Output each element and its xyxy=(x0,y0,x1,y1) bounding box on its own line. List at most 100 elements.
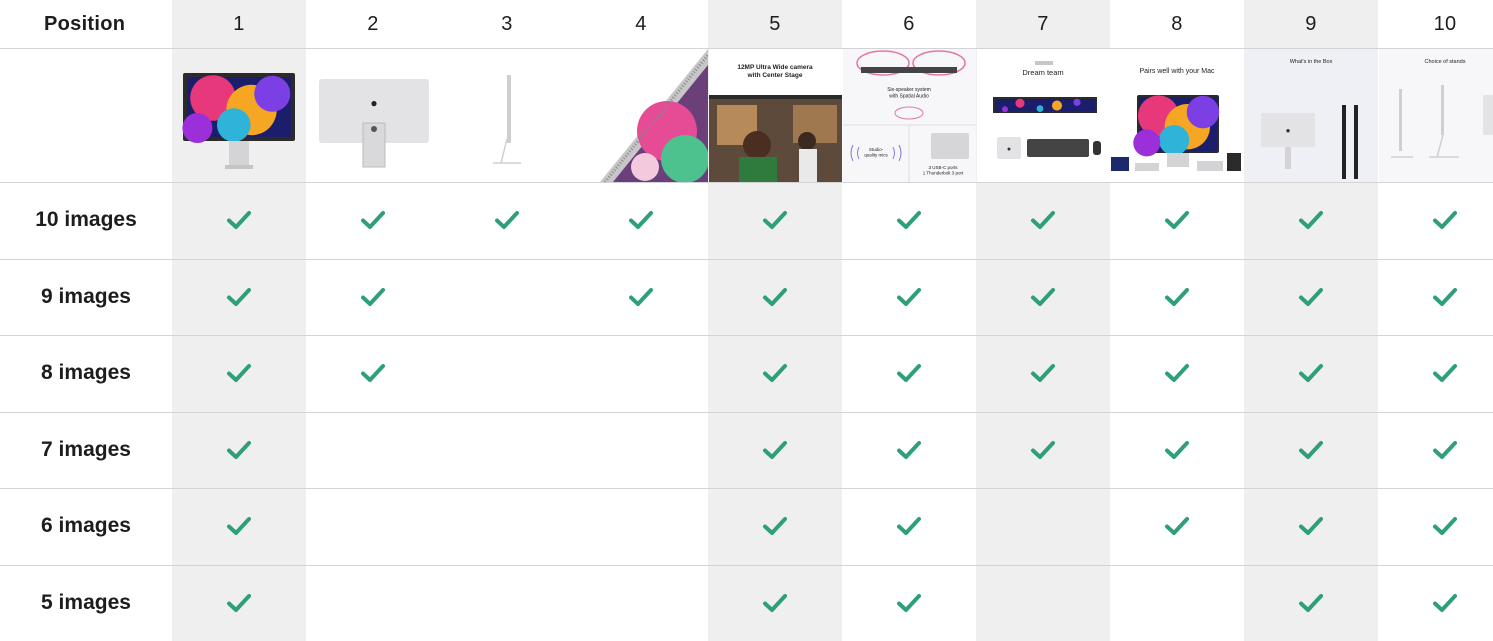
studio-display-side-thumbnail xyxy=(441,49,574,182)
row-label: 7 images xyxy=(41,437,131,461)
checkmark-icon xyxy=(226,362,252,384)
table-cell xyxy=(708,565,842,641)
svg-text:What's in the Box: What's in the Box xyxy=(1289,59,1332,65)
checkmark-icon xyxy=(226,209,252,231)
svg-text:●: ● xyxy=(370,96,377,110)
thumbnail-cell-1 xyxy=(172,49,306,182)
checkmark-icon xyxy=(896,592,922,614)
checkmark-icon xyxy=(1164,209,1190,231)
checkmark-icon xyxy=(494,209,520,231)
column-header-5: 5 xyxy=(769,12,781,35)
checkmark-icon xyxy=(226,592,252,614)
checkmark-icon xyxy=(1164,439,1190,461)
table-cell xyxy=(1244,259,1378,336)
checkmark-icon xyxy=(1298,592,1324,614)
thumbnail-cell-7: Dream team ● xyxy=(976,49,1110,182)
table-cell xyxy=(976,259,1110,336)
svg-text:12MP Ultra Wide camera: 12MP Ultra Wide camera xyxy=(737,64,813,71)
table-cell xyxy=(842,335,976,412)
table-cell xyxy=(306,259,440,336)
svg-text:Studio-: Studio- xyxy=(868,147,883,152)
checkmark-icon xyxy=(1030,286,1056,308)
dream-team-thumbnail: Dream team ● xyxy=(976,49,1110,182)
row-label: 9 images xyxy=(41,284,131,308)
checkmark-icon xyxy=(226,286,252,308)
table-cell xyxy=(1378,182,1493,259)
checkmark-icon xyxy=(360,286,386,308)
svg-text:Pairs well with your Mac: Pairs well with your Mac xyxy=(1139,68,1215,75)
checkmark-icon xyxy=(1298,439,1324,461)
checkmark-icon xyxy=(1030,209,1056,231)
checkmark-icon xyxy=(896,362,922,384)
checkmark-icon xyxy=(1298,209,1324,231)
table-cell xyxy=(574,182,708,259)
row-label: 10 images xyxy=(35,208,137,232)
table-cell xyxy=(976,412,1110,489)
table-cell xyxy=(842,259,976,336)
thumbnail-cell-9: What's in the Box ● xyxy=(1244,49,1378,182)
checkmark-icon xyxy=(762,209,788,231)
table-cell xyxy=(574,259,708,336)
table-cell xyxy=(708,412,842,489)
column-header-8: 8 xyxy=(1171,12,1183,35)
whats-in-the-box-thumbnail: What's in the Box ● xyxy=(1244,49,1378,182)
camera-feature-thumbnail: 12MP Ultra Wide camera with Center Stage xyxy=(708,49,842,182)
svg-text:with Center Stage: with Center Stage xyxy=(746,72,802,79)
pairs-with-mac-thumbnail: Pairs well with your Mac xyxy=(1110,49,1244,182)
svg-text:3 USB-C ports: 3 USB-C ports xyxy=(928,165,958,170)
thumbnail-cell-8: Pairs well with your Mac xyxy=(1110,49,1244,182)
table-cell xyxy=(172,565,306,641)
checkmark-icon xyxy=(1432,209,1458,231)
thumbnail-cell-5: 12MP Ultra Wide camera with Center Stage xyxy=(708,49,842,182)
checkmark-icon xyxy=(762,439,788,461)
table-cell xyxy=(1110,412,1244,489)
table-cell xyxy=(172,335,306,412)
svg-text:●: ● xyxy=(1006,146,1010,153)
table-cell xyxy=(1110,565,1244,641)
table-cell xyxy=(1244,565,1378,641)
svg-text:1 Thunderbolt 3 port: 1 Thunderbolt 3 port xyxy=(922,171,963,176)
table-cell xyxy=(172,259,306,336)
table-cell xyxy=(1110,182,1244,259)
column-header-4: 4 xyxy=(635,12,647,35)
table-cell xyxy=(172,412,306,489)
checkmark-icon xyxy=(1298,286,1324,308)
table-cell xyxy=(1378,412,1493,489)
position-header: Position xyxy=(44,12,126,35)
thumbnail-cell-10: Choice of stands● xyxy=(1378,49,1493,182)
table-cell xyxy=(574,335,708,412)
thumbnail-cell-6: Six-speaker system with Spatial Audio Stud… xyxy=(842,49,976,182)
checkmark-icon xyxy=(1298,515,1324,537)
svg-text:Six-speaker system: Six-speaker system xyxy=(887,87,931,93)
svg-text:quality mics: quality mics xyxy=(864,153,888,158)
thumbnail-cell-4 xyxy=(574,49,708,182)
table-cell xyxy=(574,488,708,565)
table-cell xyxy=(440,182,574,259)
checkmark-icon xyxy=(1298,362,1324,384)
checkmark-icon xyxy=(896,209,922,231)
row-label: 8 images xyxy=(41,361,131,385)
svg-text:with Spatial Audio: with Spatial Audio xyxy=(889,94,929,100)
studio-display-front-thumbnail xyxy=(173,49,306,182)
row-label: 6 images xyxy=(41,514,131,538)
checkmark-icon xyxy=(226,439,252,461)
table-cell xyxy=(440,488,574,565)
checkmark-icon xyxy=(762,286,788,308)
svg-text:●: ● xyxy=(1285,126,1290,135)
table-cell xyxy=(306,488,440,565)
table-cell xyxy=(976,335,1110,412)
thumbnail-cell-2: ● xyxy=(306,49,440,182)
row-label: 5 images xyxy=(41,590,131,614)
table-cell xyxy=(708,488,842,565)
checkmark-icon xyxy=(762,362,788,384)
column-header-2: 2 xyxy=(367,12,379,35)
table-cell xyxy=(1110,335,1244,412)
table-cell xyxy=(574,412,708,489)
column-header-7: 7 xyxy=(1037,12,1049,35)
table-cell xyxy=(1378,565,1493,641)
audio-ports-feature-thumbnail: Six-speaker system with Spatial Audio Stud… xyxy=(842,49,976,182)
table-cell xyxy=(1244,412,1378,489)
checkmark-icon xyxy=(226,515,252,537)
column-header-9: 9 xyxy=(1305,12,1317,35)
checkmark-icon xyxy=(1432,286,1458,308)
